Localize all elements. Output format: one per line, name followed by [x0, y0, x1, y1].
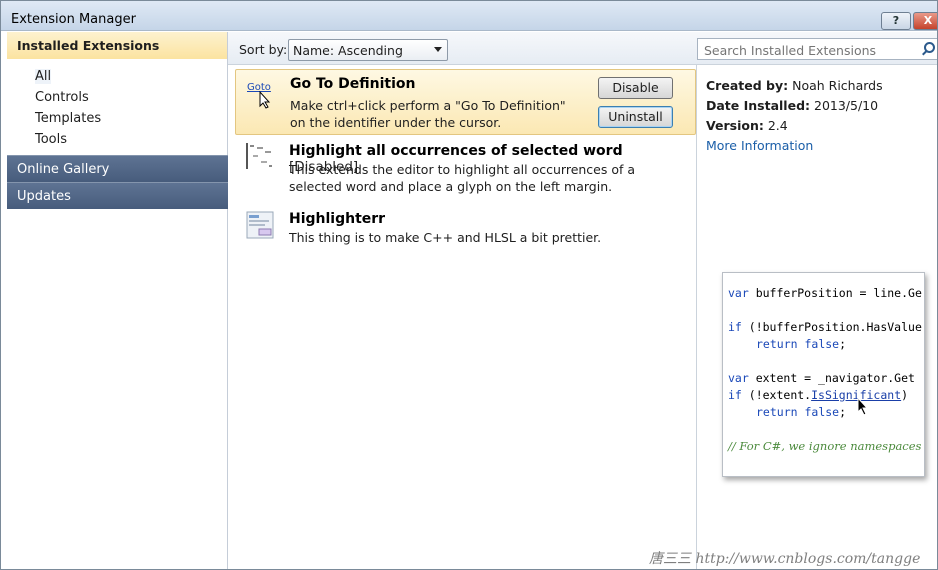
date-installed-row: Date Installed: 2013/5/10: [706, 98, 878, 113]
goto-definition-icon: Goto: [246, 78, 278, 110]
code-line: var bufferPosition = line.Ge: [728, 286, 922, 300]
code-keyword: false: [804, 405, 840, 419]
date-installed-label: Date Installed:: [706, 98, 811, 113]
mouse-pointer-icon: [857, 397, 869, 416]
code-line: var extent = _navigator.Get: [728, 371, 915, 385]
created-by-row: Created by: Noah Richards: [706, 78, 883, 93]
code-text: extent = _navigator.Get: [748, 371, 915, 385]
toolbar: Sort by: Name: Ascending: [228, 32, 937, 65]
window-title: Extension Manager: [11, 12, 136, 27]
code-keyword: var: [728, 286, 749, 300]
code-line: return false;: [756, 405, 846, 419]
search-icon[interactable]: [924, 42, 935, 53]
sidebar-updates[interactable]: Updates: [7, 182, 228, 209]
created-by-label: Created by:: [706, 78, 789, 93]
extension-list: Goto Go To Definition Make ctrl+click pe…: [228, 65, 697, 569]
version-label: Version:: [706, 118, 764, 133]
extension-manager-window: Extension Manager ? X Installed Extensio…: [0, 0, 938, 570]
code-line: if (!extent.IsSignificant): [728, 388, 908, 402]
goto-icon-text: Goto: [247, 82, 271, 93]
sort-value: Name: Ascending: [293, 43, 403, 58]
title-bar: Extension Manager ? X: [1, 1, 937, 31]
code-text: ;: [839, 405, 847, 419]
code-keyword: if: [728, 388, 742, 402]
code-text: ;: [839, 337, 847, 351]
watermark: 唐三三 http://www.cnblogs.com/tangge: [649, 551, 921, 567]
extension-name: Highlight all occurrences of selected wo…: [289, 143, 623, 159]
code-line: return false;: [756, 337, 846, 351]
version-value: 2.4: [767, 118, 788, 133]
code-keyword: false: [804, 337, 840, 351]
extension-description: Make ctrl+click perform a "Go To Definit…: [290, 98, 566, 130]
sort-dropdown[interactable]: Name: Ascending: [288, 39, 448, 61]
extension-description: This thing is to make C++ and HLSL a bit…: [289, 230, 602, 245]
sidebar-item-controls[interactable]: Controls: [35, 90, 89, 105]
code-keyword: if: [728, 320, 742, 334]
chevron-down-icon: [434, 47, 442, 52]
sidebar: Installed Extensions All Controls Templa…: [7, 32, 228, 569]
sidebar-online-gallery[interactable]: Online Gallery: [7, 155, 228, 182]
search-input[interactable]: [697, 38, 937, 60]
close-button[interactable]: X: [913, 12, 937, 30]
extension-name: Go To Definition: [290, 76, 416, 92]
sidebar-item-tools[interactable]: Tools: [35, 132, 67, 147]
code-text: (!bufferPosition.HasValue: [741, 320, 922, 334]
extension-description: This extends the editor to highlight all…: [289, 162, 636, 194]
created-by-value: Noah Richards: [792, 78, 883, 93]
more-information-link[interactable]: More Information: [706, 138, 813, 153]
sidebar-item-all[interactable]: All: [35, 69, 52, 84]
code-line: if (!bufferPosition.HasValue: [728, 320, 922, 334]
date-installed-value: 2013/5/10: [814, 98, 879, 113]
disable-button[interactable]: Disable: [598, 77, 673, 99]
extension-item-goto-definition[interactable]: Goto Go To Definition Make ctrl+click pe…: [235, 69, 696, 135]
code-comment: // For C#, we ignore namespaces afte: [728, 439, 922, 453]
preview-image: var bufferPosition = line.Ge if (!buffer…: [722, 272, 925, 477]
sidebar-item-templates[interactable]: Templates: [35, 111, 101, 126]
highlight-occurrences-icon: [245, 141, 277, 173]
version-row: Version: 2.4: [706, 118, 788, 133]
help-button[interactable]: ?: [881, 12, 911, 30]
highlighterr-icon: [245, 209, 277, 241]
code-text: ): [901, 388, 909, 402]
code-text: bufferPosition = line.Ge: [748, 286, 922, 300]
uninstall-button[interactable]: Uninstall: [598, 106, 673, 128]
extension-item-highlighterr[interactable]: Highlighterr This thing is to make C++ a…: [235, 207, 696, 251]
code-keyword: var: [728, 371, 749, 385]
code-keyword: return: [756, 337, 798, 351]
code-keyword: return: [756, 405, 798, 419]
extension-name: Highlighterr: [289, 211, 386, 227]
sort-label: Sort by:: [239, 42, 288, 57]
sidebar-installed-extensions[interactable]: Installed Extensions: [7, 32, 227, 59]
extension-item-highlight-occurrences[interactable]: Highlight all occurrences of selected wo…: [235, 139, 696, 199]
code-text: (!extent.: [741, 388, 812, 402]
